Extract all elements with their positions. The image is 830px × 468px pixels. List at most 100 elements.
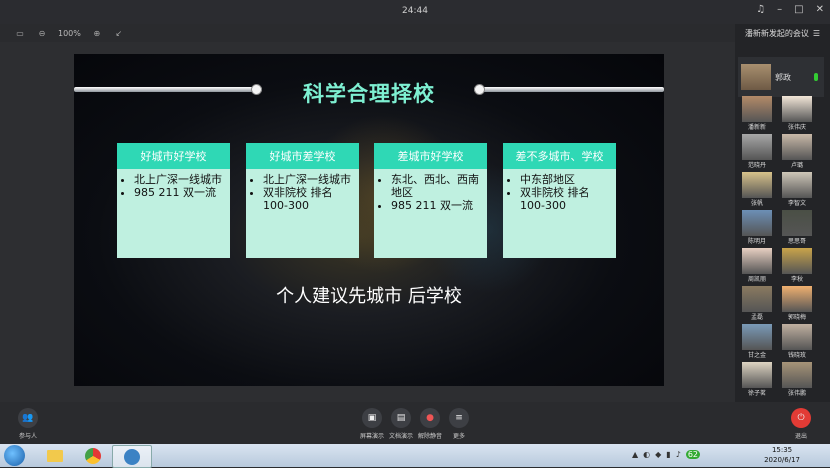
tray-icon[interactable]: ▲ <box>632 450 638 459</box>
slide-title: 科学合理择校 <box>303 82 435 106</box>
card-item: 双非院校 排名100-300 <box>520 186 612 212</box>
participant-tile[interactable]: 徐子茗 <box>742 362 772 398</box>
participant-tile[interactable]: 孟磊 <box>742 286 772 322</box>
avatar <box>742 172 772 198</box>
view-toolbar: ▭ ⊖ 100% ⊕ ↙ <box>0 24 749 42</box>
participant-tile[interactable]: 陈明月 <box>742 210 772 246</box>
avatar <box>782 210 812 236</box>
leave-meeting-button[interactable]: ⏻ 退出 <box>784 408 818 440</box>
participant-name: 孟磊 <box>750 314 763 321</box>
card-header: 差城市好学校 <box>374 143 487 169</box>
card-item: 北上广深一线城市 <box>263 173 355 186</box>
participant-name: 张伟庆 <box>787 124 806 131</box>
participant-tile[interactable]: 张帆 <box>742 172 772 208</box>
participant-tile[interactable]: 郭晓梅 <box>782 286 812 322</box>
screen-icon: ▣ <box>362 408 382 428</box>
card-good-city-good-school: 好城市好学校 北上广深一线城市 985 211 双一流 <box>117 143 230 258</box>
mic-active-icon <box>814 73 818 81</box>
avatar <box>782 134 812 160</box>
chrome-taskbar-icon[interactable] <box>74 445 112 466</box>
shrink-icon[interactable]: ↙ <box>113 27 125 39</box>
volume-icon[interactable]: ♪ <box>676 450 681 459</box>
participant-name: 陈明月 <box>747 238 766 245</box>
participants-button[interactable]: 👥 参与人 <box>11 408 45 440</box>
participant-name: 李智文 <box>787 200 806 207</box>
participant-name: 思思哥 <box>787 238 806 245</box>
pin-icon[interactable]: ♫ <box>756 4 765 15</box>
presentation-stage: 科学合理择校 好城市好学校 北上广深一线城市 985 211 双一流 好城市差学… <box>0 42 735 402</box>
avatar <box>782 96 812 122</box>
avatar <box>742 362 772 388</box>
minimize-button[interactable]: – <box>777 4 782 15</box>
avatar <box>782 286 812 312</box>
system-clock[interactable]: 15:35 2020/6/17 <box>764 445 800 465</box>
chrome-icon <box>85 447 101 464</box>
participant-tile[interactable]: 范晓丹 <box>742 134 772 170</box>
maximize-button[interactable]: □ <box>794 4 803 15</box>
avatar <box>782 248 812 274</box>
participant-tile[interactable]: 卢璐 <box>782 134 812 170</box>
leave-label: 退出 <box>794 433 807 440</box>
participant-name: 范晓丹 <box>747 162 766 169</box>
explorer-taskbar-icon[interactable] <box>36 445 74 466</box>
self-video-tile[interactable]: 郭政 <box>738 57 824 97</box>
more-label: 更多 <box>452 433 465 440</box>
more-button[interactable]: ≡ 更多 <box>442 408 476 440</box>
card-average-city-school: 差不多城市、学校 中东部地区 双非院校 排名100-300 <box>503 143 616 258</box>
sidebar-toggle-icon[interactable]: ▭ <box>14 27 26 39</box>
participant-tile[interactable]: 李秋 <box>782 248 812 284</box>
os-taskbar: ▲ ◐ ◆ ▮ ♪ 62 15:35 2020/6/17 <box>0 444 830 468</box>
card-item: 东北、西北、西南地区 <box>391 173 483 199</box>
participant-tile[interactable]: 张伟庆 <box>782 96 812 132</box>
list-toggle-icon[interactable]: ☰ <box>813 29 820 38</box>
meeting-title: 潘新新发起的会议 <box>744 28 809 38</box>
participant-tile[interactable]: 潘新新 <box>742 96 772 132</box>
participant-name: 张帆 <box>750 200 763 207</box>
self-name: 郭政 <box>775 72 791 82</box>
participant-tile[interactable]: 思思哥 <box>782 210 812 246</box>
doc-share-label: 文档演示 <box>388 433 413 440</box>
screen-share-label: 屏幕演示 <box>359 433 384 440</box>
card-item: 中东部地区 <box>520 173 612 186</box>
avatar <box>742 248 772 274</box>
participant-name: 甘之金 <box>747 352 766 359</box>
card-good-city-poor-school: 好城市差学校 北上广深一线城市 双非院校 排名100-300 <box>246 143 359 258</box>
card-header: 好城市差学校 <box>246 143 359 169</box>
participant-name: 李秋 <box>790 276 803 283</box>
system-tray: ▲ ◐ ◆ ▮ ♪ 62 <box>632 450 700 459</box>
participant-tile[interactable]: 甘之金 <box>742 324 772 360</box>
meeting-timer: 24:44 <box>402 6 428 16</box>
participant-tile[interactable]: 钱晓玫 <box>782 324 812 360</box>
close-button[interactable]: ✕ <box>816 4 824 15</box>
start-button[interactable] <box>4 445 25 466</box>
meeting-header: 潘新新发起的会议 ☰ <box>735 24 830 42</box>
zoom-level: 100% <box>58 28 81 38</box>
meeting-taskbar-icon[interactable] <box>112 445 152 468</box>
participant-name: 周凯丽 <box>747 276 766 283</box>
participant-name: 钱晓玫 <box>787 352 806 359</box>
zoom-out-icon[interactable]: ⊖ <box>36 27 48 39</box>
tray-icon[interactable]: ◆ <box>655 450 661 459</box>
unmute-label: 解除静音 <box>417 433 442 440</box>
zoom-in-icon[interactable]: ⊕ <box>91 27 103 39</box>
meeting-controls: 👥 参与人 ▣ 屏幕演示 ▤ 文档演示 ● 解除静音 ≡ 更多 ⏻ 退出 <box>0 402 830 444</box>
card-item: 北上广深一线城市 <box>134 173 226 186</box>
participant-name: 徐子茗 <box>747 390 766 397</box>
avatar <box>742 324 772 350</box>
network-icon[interactable]: ▮ <box>666 450 670 459</box>
participant-name: 郭晓梅 <box>787 314 806 321</box>
participant-tile[interactable]: 张伟鹏 <box>782 362 812 398</box>
tray-icon[interactable]: ◐ <box>643 450 650 459</box>
app-icon <box>124 448 140 465</box>
tray-badge[interactable]: 62 <box>685 450 700 459</box>
people-icon: 👥 <box>18 408 38 428</box>
participant-name: 潘新新 <box>747 124 766 131</box>
card-header: 好城市好学校 <box>117 143 230 169</box>
avatar <box>782 362 812 388</box>
avatar <box>741 64 771 90</box>
participant-tile[interactable]: 周凯丽 <box>742 248 772 284</box>
mic-muted-icon: ● <box>420 408 440 428</box>
participant-tile[interactable]: 李智文 <box>782 172 812 208</box>
folder-icon <box>47 449 63 462</box>
avatar <box>742 210 772 236</box>
